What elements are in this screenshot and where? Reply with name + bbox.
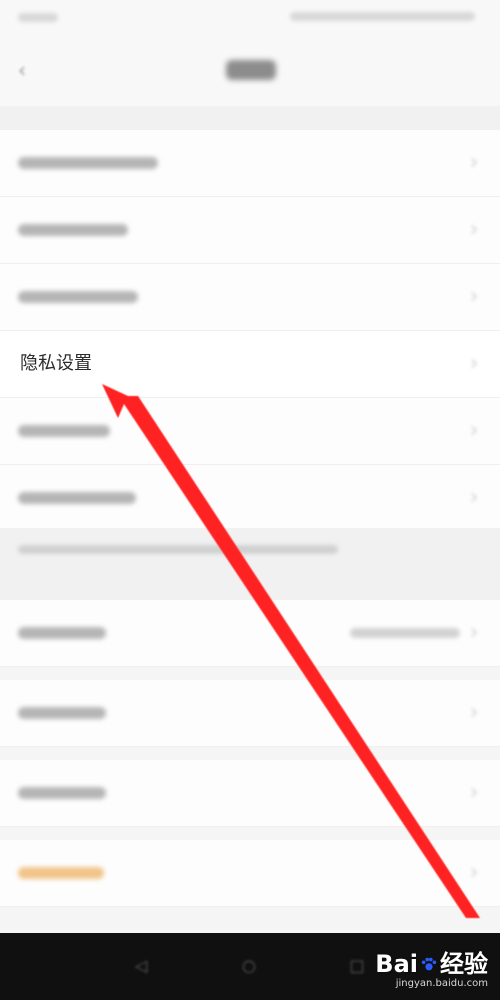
section-note <box>0 528 500 570</box>
settings-screen: ‹ › › › 隐私设置 › › › › › › › ◁ ○ □ Bai 经验 … <box>0 0 500 1000</box>
settings-row-value <box>350 628 460 638</box>
privacy-settings-row[interactable]: 隐私设置 › <box>0 331 500 398</box>
section-gap <box>0 106 500 130</box>
back-nav-icon[interactable]: ◁ <box>130 955 152 977</box>
watermark-brand-prefix: Bai <box>375 950 418 978</box>
chevron-right-icon: › <box>469 351 479 376</box>
settings-row-label <box>18 492 136 504</box>
chevron-right-icon: › <box>469 217 479 242</box>
settings-row-label <box>18 157 158 169</box>
paw-icon <box>421 957 437 971</box>
settings-row-label <box>18 787 106 799</box>
section-gap <box>0 570 500 600</box>
page-title <box>226 60 276 80</box>
privacy-settings-label: 隐私设置 <box>20 353 92 374</box>
settings-row-label <box>18 425 110 437</box>
settings-row[interactable]: › <box>0 465 500 532</box>
status-icons <box>290 12 475 21</box>
settings-row-label <box>18 627 106 639</box>
watermark-brand-suffix: 经验 <box>440 950 488 978</box>
chevron-right-icon: › <box>469 485 479 510</box>
settings-row[interactable]: › <box>0 264 500 331</box>
chevron-right-icon: › <box>469 620 479 645</box>
section-note-text <box>18 545 338 554</box>
home-nav-icon[interactable]: ○ <box>238 955 260 977</box>
settings-row[interactable]: › <box>0 680 500 747</box>
chevron-right-icon: › <box>469 284 479 309</box>
logout-label <box>18 867 104 879</box>
watermark-url: jingyan.baidu.com <box>395 978 488 989</box>
chevron-right-icon: › <box>469 700 479 725</box>
chevron-right-icon: › <box>469 860 479 885</box>
status-bar <box>0 0 500 34</box>
back-arrow-icon[interactable]: ‹ <box>18 58 42 82</box>
settings-row[interactable]: › <box>0 600 500 667</box>
settings-row-label <box>18 291 138 303</box>
settings-row-label <box>18 707 106 719</box>
settings-row[interactable]: › <box>0 130 500 197</box>
chevron-right-icon: › <box>469 780 479 805</box>
app-header: ‹ <box>0 34 500 106</box>
settings-row[interactable]: › <box>0 760 500 827</box>
settings-row[interactable]: › <box>0 398 500 465</box>
status-time <box>18 13 58 22</box>
chevron-right-icon: › <box>469 150 479 175</box>
chevron-right-icon: › <box>469 418 479 443</box>
settings-row[interactable]: › <box>0 197 500 264</box>
baidu-jingyan-watermark: Bai 经验 jingyan.baidu.com <box>375 950 488 990</box>
logout-row[interactable]: › <box>0 840 500 907</box>
recents-nav-icon[interactable]: □ <box>346 955 368 977</box>
settings-row-label <box>18 224 128 236</box>
watermark-brand: Bai 经验 <box>375 950 488 978</box>
